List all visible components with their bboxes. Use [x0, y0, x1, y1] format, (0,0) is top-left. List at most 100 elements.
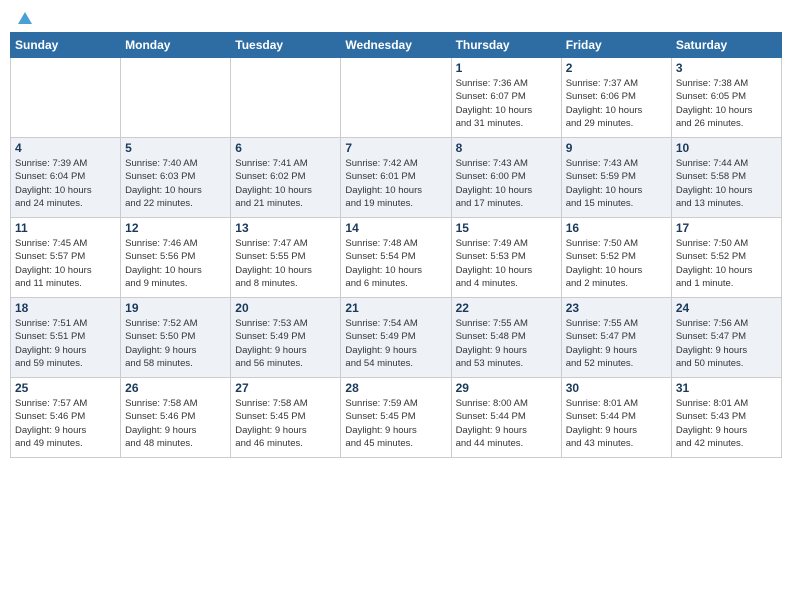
day-number: 22	[456, 301, 557, 315]
day-number: 3	[676, 61, 777, 75]
calendar-cell: 6 Sunrise: 7:41 AM Sunset: 6:02 PM Daylig…	[231, 138, 341, 218]
cell-info: Sunrise: 7:58 AM Sunset: 5:46 PM Dayligh…	[125, 397, 226, 450]
cell-info: Sunrise: 7:59 AM Sunset: 5:45 PM Dayligh…	[345, 397, 446, 450]
calendar-cell: 15 Sunrise: 7:49 AM Sunset: 5:53 PM Dayli…	[451, 218, 561, 298]
cell-info: Sunrise: 7:57 AM Sunset: 5:46 PM Dayligh…	[15, 397, 116, 450]
day-number: 28	[345, 381, 446, 395]
day-number: 30	[566, 381, 667, 395]
cell-info: Sunrise: 7:38 AM Sunset: 6:05 PM Dayligh…	[676, 77, 777, 130]
cell-info: Sunrise: 7:50 AM Sunset: 5:52 PM Dayligh…	[566, 237, 667, 290]
day-number: 12	[125, 221, 226, 235]
cell-info: Sunrise: 7:44 AM Sunset: 5:58 PM Dayligh…	[676, 157, 777, 210]
week-row-2: 4 Sunrise: 7:39 AM Sunset: 6:04 PM Daylig…	[11, 138, 782, 218]
calendar-cell: 3 Sunrise: 7:38 AM Sunset: 6:05 PM Daylig…	[671, 58, 781, 138]
header-row: SundayMondayTuesdayWednesdayThursdayFrid…	[11, 33, 782, 58]
day-number: 7	[345, 141, 446, 155]
day-number: 1	[456, 61, 557, 75]
calendar-table: SundayMondayTuesdayWednesdayThursdayFrid…	[10, 32, 782, 458]
calendar-cell: 11Sunrise: 7:45 AM Sunset: 5:57 PM Dayli…	[11, 218, 121, 298]
calendar-cell: 29 Sunrise: 8:00 AM Sunset: 5:44 PM Dayli…	[451, 378, 561, 458]
calendar-cell: 2 Sunrise: 7:37 AM Sunset: 6:06 PM Daylig…	[561, 58, 671, 138]
cell-info: Sunrise: 8:00 AM Sunset: 5:44 PM Dayligh…	[456, 397, 557, 450]
calendar-cell	[11, 58, 121, 138]
calendar-cell: 28 Sunrise: 7:59 AM Sunset: 5:45 PM Dayli…	[341, 378, 451, 458]
calendar-cell	[121, 58, 231, 138]
cell-info: Sunrise: 7:43 AM Sunset: 5:59 PM Dayligh…	[566, 157, 667, 210]
day-header-monday: Monday	[121, 33, 231, 58]
logo-triangle-icon	[16, 10, 34, 28]
week-row-5: 25 Sunrise: 7:57 AM Sunset: 5:46 PM Dayli…	[11, 378, 782, 458]
calendar-cell: 22 Sunrise: 7:55 AM Sunset: 5:48 PM Dayli…	[451, 298, 561, 378]
day-number: 6	[235, 141, 336, 155]
day-header-friday: Friday	[561, 33, 671, 58]
calendar-cell: 12 Sunrise: 7:46 AM Sunset: 5:56 PM Dayli…	[121, 218, 231, 298]
day-number: 29	[456, 381, 557, 395]
day-header-tuesday: Tuesday	[231, 33, 341, 58]
day-number: 4	[15, 141, 116, 155]
calendar-cell: 27 Sunrise: 7:58 AM Sunset: 5:45 PM Dayli…	[231, 378, 341, 458]
day-number: 26	[125, 381, 226, 395]
day-number: 11	[15, 221, 116, 235]
calendar-cell: 23Sunrise: 7:55 AM Sunset: 5:47 PM Dayli…	[561, 298, 671, 378]
calendar-cell: 31Sunrise: 8:01 AM Sunset: 5:43 PM Dayli…	[671, 378, 781, 458]
calendar-cell: 19Sunrise: 7:52 AM Sunset: 5:50 PM Dayli…	[121, 298, 231, 378]
calendar-cell: 17Sunrise: 7:50 AM Sunset: 5:52 PM Dayli…	[671, 218, 781, 298]
calendar-cell: 1Sunrise: 7:36 AM Sunset: 6:07 PM Daylig…	[451, 58, 561, 138]
cell-info: Sunrise: 7:42 AM Sunset: 6:01 PM Dayligh…	[345, 157, 446, 210]
calendar-cell: 26 Sunrise: 7:58 AM Sunset: 5:46 PM Dayli…	[121, 378, 231, 458]
day-header-sunday: Sunday	[11, 33, 121, 58]
day-number: 25	[15, 381, 116, 395]
calendar-cell: 7 Sunrise: 7:42 AM Sunset: 6:01 PM Daylig…	[341, 138, 451, 218]
cell-info: Sunrise: 7:53 AM Sunset: 5:49 PM Dayligh…	[235, 317, 336, 370]
calendar-cell	[341, 58, 451, 138]
calendar-cell: 14 Sunrise: 7:48 AM Sunset: 5:54 PM Dayli…	[341, 218, 451, 298]
cell-info: Sunrise: 7:39 AM Sunset: 6:04 PM Dayligh…	[15, 157, 116, 210]
cell-info: Sunrise: 7:48 AM Sunset: 5:54 PM Dayligh…	[345, 237, 446, 290]
cell-info: Sunrise: 7:52 AM Sunset: 5:50 PM Dayligh…	[125, 317, 226, 370]
week-row-1: 1Sunrise: 7:36 AM Sunset: 6:07 PM Daylig…	[11, 58, 782, 138]
day-header-thursday: Thursday	[451, 33, 561, 58]
calendar-cell: 9 Sunrise: 7:43 AM Sunset: 5:59 PM Daylig…	[561, 138, 671, 218]
cell-info: Sunrise: 7:58 AM Sunset: 5:45 PM Dayligh…	[235, 397, 336, 450]
day-number: 8	[456, 141, 557, 155]
cell-info: Sunrise: 7:51 AM Sunset: 5:51 PM Dayligh…	[15, 317, 116, 370]
day-number: 20	[235, 301, 336, 315]
day-number: 10	[676, 141, 777, 155]
cell-info: Sunrise: 8:01 AM Sunset: 5:44 PM Dayligh…	[566, 397, 667, 450]
cell-info: Sunrise: 7:46 AM Sunset: 5:56 PM Dayligh…	[125, 237, 226, 290]
day-number: 13	[235, 221, 336, 235]
day-header-wednesday: Wednesday	[341, 33, 451, 58]
cell-info: Sunrise: 7:56 AM Sunset: 5:47 PM Dayligh…	[676, 317, 777, 370]
day-header-saturday: Saturday	[671, 33, 781, 58]
day-number: 14	[345, 221, 446, 235]
calendar-cell: 16 Sunrise: 7:50 AM Sunset: 5:52 PM Dayli…	[561, 218, 671, 298]
cell-info: Sunrise: 7:47 AM Sunset: 5:55 PM Dayligh…	[235, 237, 336, 290]
week-row-3: 11Sunrise: 7:45 AM Sunset: 5:57 PM Dayli…	[11, 218, 782, 298]
cell-info: Sunrise: 7:41 AM Sunset: 6:02 PM Dayligh…	[235, 157, 336, 210]
calendar-cell: 20 Sunrise: 7:53 AM Sunset: 5:49 PM Dayli…	[231, 298, 341, 378]
cell-info: Sunrise: 7:37 AM Sunset: 6:06 PM Dayligh…	[566, 77, 667, 130]
cell-info: Sunrise: 7:40 AM Sunset: 6:03 PM Dayligh…	[125, 157, 226, 210]
calendar-cell: 30 Sunrise: 8:01 AM Sunset: 5:44 PM Dayli…	[561, 378, 671, 458]
calendar-cell	[231, 58, 341, 138]
cell-info: Sunrise: 7:55 AM Sunset: 5:48 PM Dayligh…	[456, 317, 557, 370]
week-row-4: 18Sunrise: 7:51 AM Sunset: 5:51 PM Dayli…	[11, 298, 782, 378]
calendar-cell: 24Sunrise: 7:56 AM Sunset: 5:47 PM Dayli…	[671, 298, 781, 378]
page-header	[10, 10, 782, 24]
calendar-cell: 18Sunrise: 7:51 AM Sunset: 5:51 PM Dayli…	[11, 298, 121, 378]
day-number: 23	[566, 301, 667, 315]
logo	[14, 10, 34, 24]
day-number: 2	[566, 61, 667, 75]
calendar-cell: 25 Sunrise: 7:57 AM Sunset: 5:46 PM Dayli…	[11, 378, 121, 458]
cell-info: Sunrise: 7:43 AM Sunset: 6:00 PM Dayligh…	[456, 157, 557, 210]
day-number: 9	[566, 141, 667, 155]
day-number: 15	[456, 221, 557, 235]
day-number: 5	[125, 141, 226, 155]
calendar-cell: 5 Sunrise: 7:40 AM Sunset: 6:03 PM Daylig…	[121, 138, 231, 218]
day-number: 27	[235, 381, 336, 395]
day-number: 16	[566, 221, 667, 235]
calendar-cell: 21 Sunrise: 7:54 AM Sunset: 5:49 PM Dayli…	[341, 298, 451, 378]
cell-info: Sunrise: 7:54 AM Sunset: 5:49 PM Dayligh…	[345, 317, 446, 370]
cell-info: Sunrise: 7:49 AM Sunset: 5:53 PM Dayligh…	[456, 237, 557, 290]
day-number: 21	[345, 301, 446, 315]
